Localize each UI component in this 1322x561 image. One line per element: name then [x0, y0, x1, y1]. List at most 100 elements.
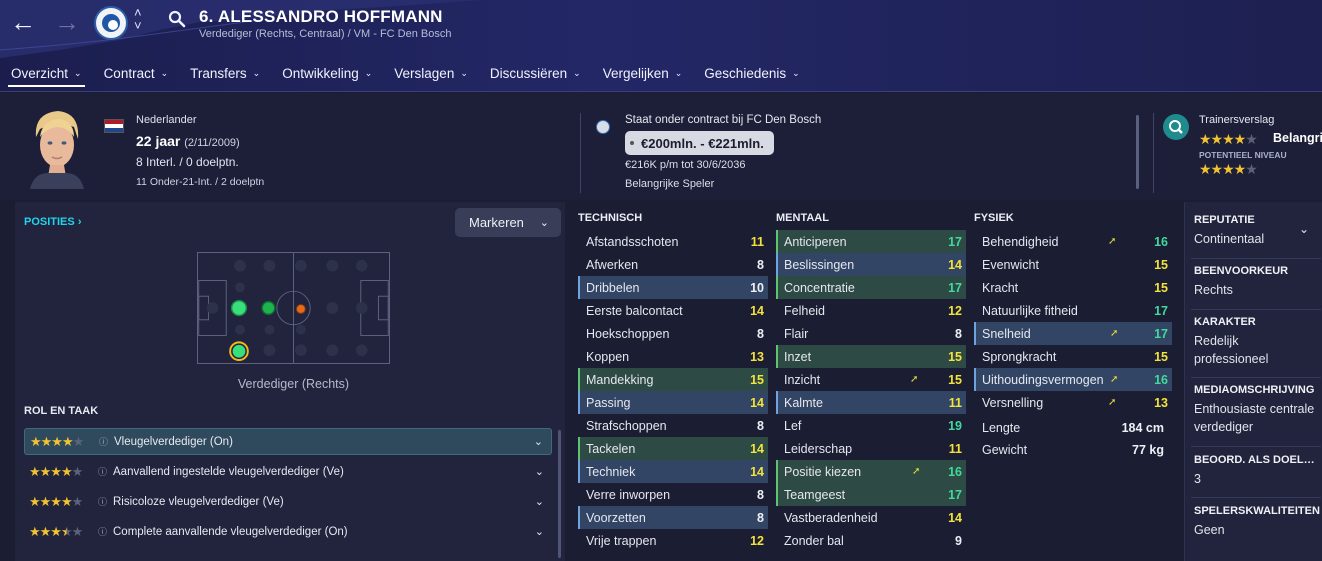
header-bar: ← → ˄ ˅ 6. ALESSANDRO HOFFMANN Verdediger…	[0, 0, 1322, 92]
tab-discussieren[interactable]: Discussiëren ⌄	[479, 56, 592, 90]
attribute-name: Koppen	[586, 349, 630, 364]
info-icon[interactable]: ⓘ	[98, 465, 111, 478]
tab-contract[interactable]: Contract ⌄	[93, 56, 180, 90]
role-name: Risicoloze vleugelverdediger (Ve)	[113, 495, 284, 508]
scout-report-icon[interactable]	[1163, 114, 1189, 140]
attribute-name: Beslissingen	[784, 257, 855, 272]
chevron-down-icon[interactable]: ⌄	[535, 525, 544, 538]
scrollbar[interactable]	[1136, 115, 1139, 189]
attribute-row[interactable]: Kalmte 11	[776, 391, 966, 414]
tab-transfers[interactable]: Transfers ⌄	[179, 56, 271, 90]
attribute-name: Evenwicht	[982, 257, 1039, 272]
search-icon[interactable]	[168, 10, 186, 28]
club-switch-chevrons-icon[interactable]: ˄ ˅	[134, 6, 142, 32]
info-icon[interactable]: ⓘ	[98, 525, 111, 538]
tab-geschiedenis[interactable]: Geschiedenis ⌄	[693, 56, 810, 90]
attribute-row[interactable]: Inzet 15	[776, 345, 966, 368]
attribute-row[interactable]: Evenwicht 15	[974, 253, 1172, 276]
attribute-row[interactable]: Flair 8	[776, 322, 966, 345]
divider	[580, 113, 581, 193]
scrollbar[interactable]	[558, 430, 561, 558]
physical-attributes: FYSIEK Behendigheid ➚ 16 Evenwicht 15 Kracht 1…	[974, 212, 1172, 461]
attribute-row[interactable]: Eerste balcontact 14	[578, 299, 768, 322]
attribute-row[interactable]: Behendigheid ➚ 16	[974, 230, 1172, 253]
chevron-down-icon[interactable]: ⌄	[1299, 222, 1309, 236]
tab-vergelijken[interactable]: Vergelijken ⌄	[592, 56, 694, 90]
attribute-row[interactable]: Leiderschap 11	[776, 437, 966, 460]
role-row[interactable]: ★★★★★ ⓘ Complete aanvallende vleugelverd…	[24, 518, 552, 545]
attribute-row[interactable]: Dribbelen 10	[578, 276, 768, 299]
attribute-row[interactable]: Afwerken 8	[578, 253, 768, 276]
attribute-row[interactable]: Positie kiezen ➚ 16	[776, 460, 966, 483]
positions-link[interactable]: POSITIES ›	[24, 216, 81, 228]
trainer-report-label: Trainersverslag	[1199, 114, 1275, 126]
attribute-row[interactable]: Hoekschoppen 8	[578, 322, 768, 345]
transfer-value-badge[interactable]: €200mln. - €221mln.	[625, 131, 774, 155]
chevron-down-icon: ⌄	[573, 67, 581, 78]
back-arrow-icon[interactable]: ←	[10, 9, 36, 35]
attribute-row[interactable]: Mandekking 15	[578, 368, 768, 391]
attribute-row[interactable]: Lef 19	[776, 414, 966, 437]
attribute-row[interactable]: Afstandsschoten 11	[578, 230, 768, 253]
attribute-row[interactable]: Verre inworpen 8	[578, 483, 768, 506]
attribute-list: Behendigheid ➚ 16 Evenwicht 15 Kracht 15 Natuur…	[974, 230, 1172, 414]
tab-label: Vergelijken	[602, 65, 669, 81]
club-crest-icon[interactable]	[94, 6, 128, 40]
attribute-row[interactable]: Uithoudingsvermogen ➚ 16	[974, 368, 1172, 391]
role-row[interactable]: ★★★★★ ⓘ Risicoloze vleugelverdediger (Ve…	[24, 488, 552, 515]
attribute-row[interactable]: Strafschoppen 8	[578, 414, 768, 437]
info-icon[interactable]: ⓘ	[99, 435, 112, 448]
role-row[interactable]: ★★★★★ ⓘ Vleugelverdediger (On) ⌄	[24, 428, 552, 455]
attribute-row[interactable]: Passing 14	[578, 391, 768, 414]
attribute-value: 12	[750, 533, 764, 548]
forward-arrow-icon[interactable]: →	[54, 9, 80, 35]
attribute-row[interactable]: Natuurlijke fitheid 17	[974, 299, 1172, 322]
attribute-row[interactable]: Versnelling ➚ 13	[974, 391, 1172, 414]
attribute-row[interactable]: Sprongkracht 15	[974, 345, 1172, 368]
attribute-row[interactable]: Inzicht ➚ 15	[776, 368, 966, 391]
attribute-row[interactable]: Teamgeest 17	[776, 483, 966, 506]
attribute-row[interactable]: Vastberadenheid 14	[776, 506, 966, 529]
attribute-row[interactable]: Kracht 15	[974, 276, 1172, 299]
chevron-down-icon[interactable]: ⌄	[535, 495, 544, 508]
player-face-image	[30, 111, 84, 189]
attribute-row[interactable]: Felheid 12	[776, 299, 966, 322]
attribute-value: 10	[750, 280, 764, 295]
role-row[interactable]: ★★★★★ ⓘ Aanvallend ingestelde vleugelver…	[24, 458, 552, 485]
weight-label: Gewicht	[982, 443, 1028, 457]
attribute-row[interactable]: Koppen 13	[578, 345, 768, 368]
attribute-name: Felheid	[784, 303, 825, 318]
tab-overzicht[interactable]: Overzicht ⌄	[0, 56, 93, 90]
goalkeeper-rating-value: 3	[1194, 472, 1201, 486]
attribute-name: Teamgeest	[784, 487, 846, 502]
tab-ontwikkeling[interactable]: Ontwikkeling ⌄	[271, 56, 383, 90]
attribute-row[interactable]: Voorzetten 8	[578, 506, 768, 529]
info-icon[interactable]: ⓘ	[98, 495, 111, 508]
chevron-down-icon[interactable]: ⌄	[534, 435, 543, 448]
club-badge-icon	[596, 120, 610, 134]
attribute-row[interactable]: Tackelen 14	[578, 437, 768, 460]
attribute-value: 8	[757, 326, 764, 341]
attribute-value: 14	[750, 441, 764, 456]
attribute-value: 8	[757, 418, 764, 433]
mark-dropdown-button[interactable]: Markeren ⌄	[455, 208, 561, 237]
chevron-down-icon[interactable]: ⌄	[535, 465, 544, 478]
trend-up-icon: ➚	[1108, 397, 1117, 408]
attribute-row[interactable]: Anticiperen 17	[776, 230, 966, 253]
attribute-value: 16	[1154, 234, 1168, 249]
tab-verslagen[interactable]: Verslagen ⌄	[383, 56, 479, 90]
physical-header: FYSIEK	[974, 212, 1014, 224]
chevron-down-icon: ⌄	[364, 67, 373, 78]
current-ability-text: Belangrijk	[1273, 131, 1322, 145]
position-dot-natural	[230, 299, 248, 317]
chevron-right-icon: ›	[77, 216, 82, 228]
attribute-row[interactable]: Zonder bal 9	[776, 529, 966, 552]
tab-label: Contract	[103, 65, 155, 81]
attribute-row[interactable]: Techniek 14	[578, 460, 768, 483]
mental-header: MENTAAL	[776, 212, 829, 224]
attribute-row[interactable]: Concentratie 17	[776, 276, 966, 299]
attribute-name: Natuurlijke fitheid	[982, 303, 1078, 318]
attribute-row[interactable]: Vrije trappen 12	[578, 529, 768, 552]
attribute-row[interactable]: Beslissingen 14	[776, 253, 966, 276]
attribute-row[interactable]: Snelheid ➚ 17	[974, 322, 1172, 345]
